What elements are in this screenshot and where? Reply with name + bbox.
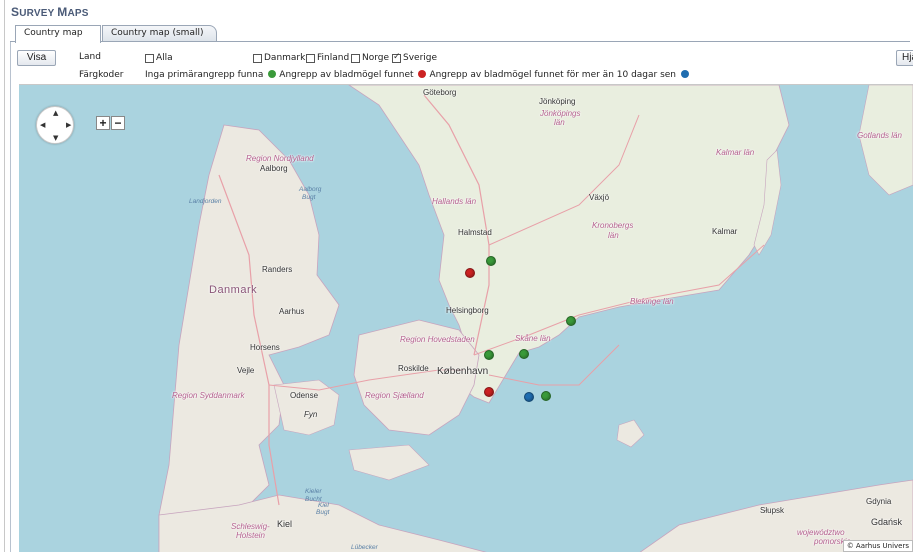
map-label-kiel-bugt-1: Kiel: [318, 502, 329, 509]
map-view[interactable]: ▲ ▼ ◀ ▶ + − Göteborg Jönköping Jönköping…: [19, 84, 913, 552]
map-label-kronobergs-lan-2: län: [608, 231, 619, 240]
checkbox-sverige[interactable]: Sverige: [392, 52, 438, 63]
map-label-region-hovedstaden: Region Hovedstaden: [400, 335, 475, 344]
map-label-fyn: Fyn: [304, 410, 318, 419]
map-label-gotlands-lan: Gotlands län: [857, 131, 902, 140]
map-label-jonkopings-lan-1: Jönköpings: [540, 109, 581, 118]
tab-country-map-small[interactable]: Country map (small): [102, 25, 217, 42]
checkbox-finland[interactable]: Finland: [306, 53, 349, 63]
map-label-kiel-bugt-2: Bugt: [316, 509, 330, 516]
map-label-halmstad: Halmstad: [458, 228, 492, 237]
survey-marker[interactable]: [484, 387, 494, 397]
map-label-gdynia: Gdynia: [866, 497, 892, 506]
red-dot-icon: [418, 70, 427, 78]
survey-marker[interactable]: [465, 268, 475, 278]
map-label-kronobergs-lan-1: Kronobergs: [592, 221, 634, 230]
map-label-aalborg: Aalborg: [260, 164, 288, 173]
survey-marker[interactable]: [486, 256, 496, 266]
map-label-danmark: Danmark: [209, 284, 258, 296]
map-canvas: [158, 85, 913, 552]
checkbox-alla[interactable]: Alla: [145, 53, 173, 63]
pan-up-icon[interactable]: ▲: [53, 110, 58, 117]
tab-country-map[interactable]: Country map: [15, 25, 101, 43]
map-label-jonkoping: Jönköping: [539, 97, 576, 106]
map-label-goteborg: Göteborg: [423, 88, 457, 97]
map-label-pomorskie-1: województwo: [797, 528, 845, 537]
help-button[interactable]: Hjälp: [896, 50, 913, 66]
checkbox-label: Norge: [362, 53, 390, 63]
zoom-out-button[interactable]: −: [111, 116, 125, 130]
legend-found: Angrepp av bladmögel funnet: [279, 70, 414, 80]
map-label-roskilde: Roskilde: [398, 364, 429, 373]
map-label-kalmar: Kalmar: [712, 227, 738, 236]
map-label-skane-lan: Skåne län: [515, 334, 551, 343]
visa-button[interactable]: Visa: [17, 50, 56, 66]
left-border: [4, 0, 5, 552]
map-label-vejle: Vejle: [237, 366, 255, 375]
map-label-kobenhavn: København: [437, 366, 489, 377]
checkbox-norge[interactable]: Norge: [351, 53, 389, 63]
checkbox-box[interactable]: [351, 53, 360, 63]
map-label-randers: Randers: [262, 265, 293, 274]
survey-marker[interactable]: [519, 349, 529, 359]
map-label-kieler-bucht-1: Kieler: [305, 488, 322, 495]
map-label-odense: Odense: [290, 391, 319, 400]
legend: Inga primärangrepp funna Angrepp av blad…: [145, 70, 692, 80]
pan-control[interactable]: ▲ ▼ ◀ ▶: [36, 106, 74, 144]
map-label-region-nordjylland: Region Nordjylland: [246, 154, 314, 163]
survey-marker[interactable]: [524, 392, 534, 402]
survey-marker[interactable]: [541, 391, 551, 401]
map-label-landjorden: Landjorden: [189, 198, 222, 205]
map-label-horsens: Horsens: [250, 343, 280, 352]
zoom-in-button[interactable]: +: [96, 116, 110, 130]
map-label-aalborg-bugt-2: Bugt: [302, 194, 316, 201]
legend-found-old: Angrepp av bladmögel funnet för mer än 1…: [429, 70, 677, 80]
legend-none: Inga primärangrepp funna: [145, 70, 264, 80]
map-label-hallands-lan: Hallands län: [432, 197, 477, 206]
checkbox-box[interactable]: [145, 53, 154, 63]
pan-left-icon[interactable]: ◀: [40, 122, 45, 129]
checkbox-box-checked[interactable]: [392, 52, 401, 63]
map-label-kalmar-lan: Kalmar län: [716, 148, 755, 157]
land-label: Land: [79, 52, 101, 62]
map-label-region-sjaelland: Region Sjælland: [365, 391, 424, 400]
survey-marker[interactable]: [566, 316, 576, 326]
map-label-gdansk: Gdańsk: [871, 517, 903, 527]
checkbox-label: Danmark: [264, 53, 306, 63]
blue-dot-icon: [680, 70, 689, 78]
map-label-schleswig-2: Holstein: [236, 531, 265, 540]
map-label-kiel: Kiel: [277, 519, 293, 529]
tab-bar: Country map Country map (small): [10, 25, 910, 43]
map-label-schleswig-1: Schleswig-: [231, 522, 270, 531]
map-label-blekinge-lan: Blekinge län: [630, 297, 674, 306]
map-label-aalborg-bugt-1: Aalborg: [299, 186, 322, 193]
checkbox-label: Alla: [156, 53, 173, 63]
checkbox-box[interactable]: [306, 53, 315, 63]
map-label-aarhus: Aarhus: [279, 307, 305, 316]
checkbox-box[interactable]: [253, 53, 262, 63]
map-label-lubecker: Lübecker: [351, 544, 378, 551]
pan-down-icon[interactable]: ▼: [53, 135, 58, 142]
colorcodes-label: Färgkoder: [79, 70, 124, 80]
map-label-jonkopings-lan-2: län: [554, 118, 565, 127]
page-title: SURVEY MAPS: [11, 5, 89, 19]
map-label-helsingborg: Helsingborg: [446, 306, 489, 315]
pan-right-icon[interactable]: ▶: [66, 122, 71, 129]
checkbox-label: Finland: [317, 53, 350, 63]
map-label-slupsk: Słupsk: [760, 506, 785, 515]
green-dot-icon: [268, 70, 277, 78]
map-attribution: © Aarhus Univers: [842, 540, 913, 552]
map-label-region-syddanmark: Region Syddanmark: [172, 391, 245, 400]
checkbox-danmark[interactable]: Danmark: [253, 53, 305, 63]
checkbox-label: Sverige: [403, 53, 438, 63]
map-label-vaxjo: Växjö: [589, 193, 610, 202]
survey-marker[interactable]: [484, 350, 494, 360]
